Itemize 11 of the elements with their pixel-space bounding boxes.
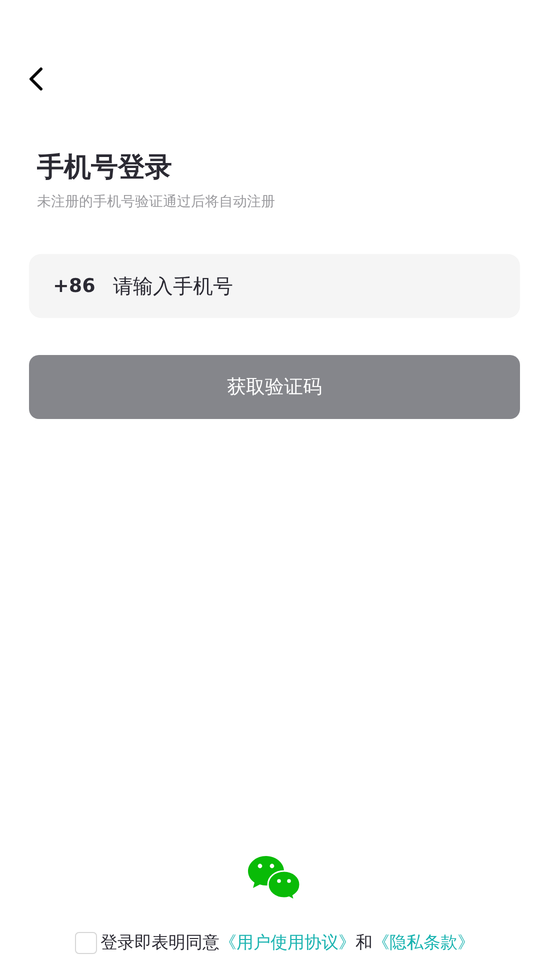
- phone-field[interactable]: +86 请输入手机号: [29, 254, 520, 318]
- subtitle: 未注册的手机号验证通过后将自动注册: [37, 193, 276, 212]
- phone-input[interactable]: 请输入手机号: [113, 274, 500, 298]
- country-code: +86: [53, 275, 96, 297]
- wechat-icon[interactable]: [246, 855, 302, 901]
- agreement-link[interactable]: 《用户使用协议》: [220, 933, 356, 953]
- agreement-link[interactable]: 《隐私条款》: [372, 933, 474, 953]
- back-icon[interactable]: [29, 67, 43, 91]
- agreement-checkbox[interactable]: [74, 932, 96, 954]
- agreement-text: 登录即表明同意《用户使用协议》和《隐私条款》: [100, 932, 474, 954]
- page-title: 手机号登录: [37, 151, 173, 185]
